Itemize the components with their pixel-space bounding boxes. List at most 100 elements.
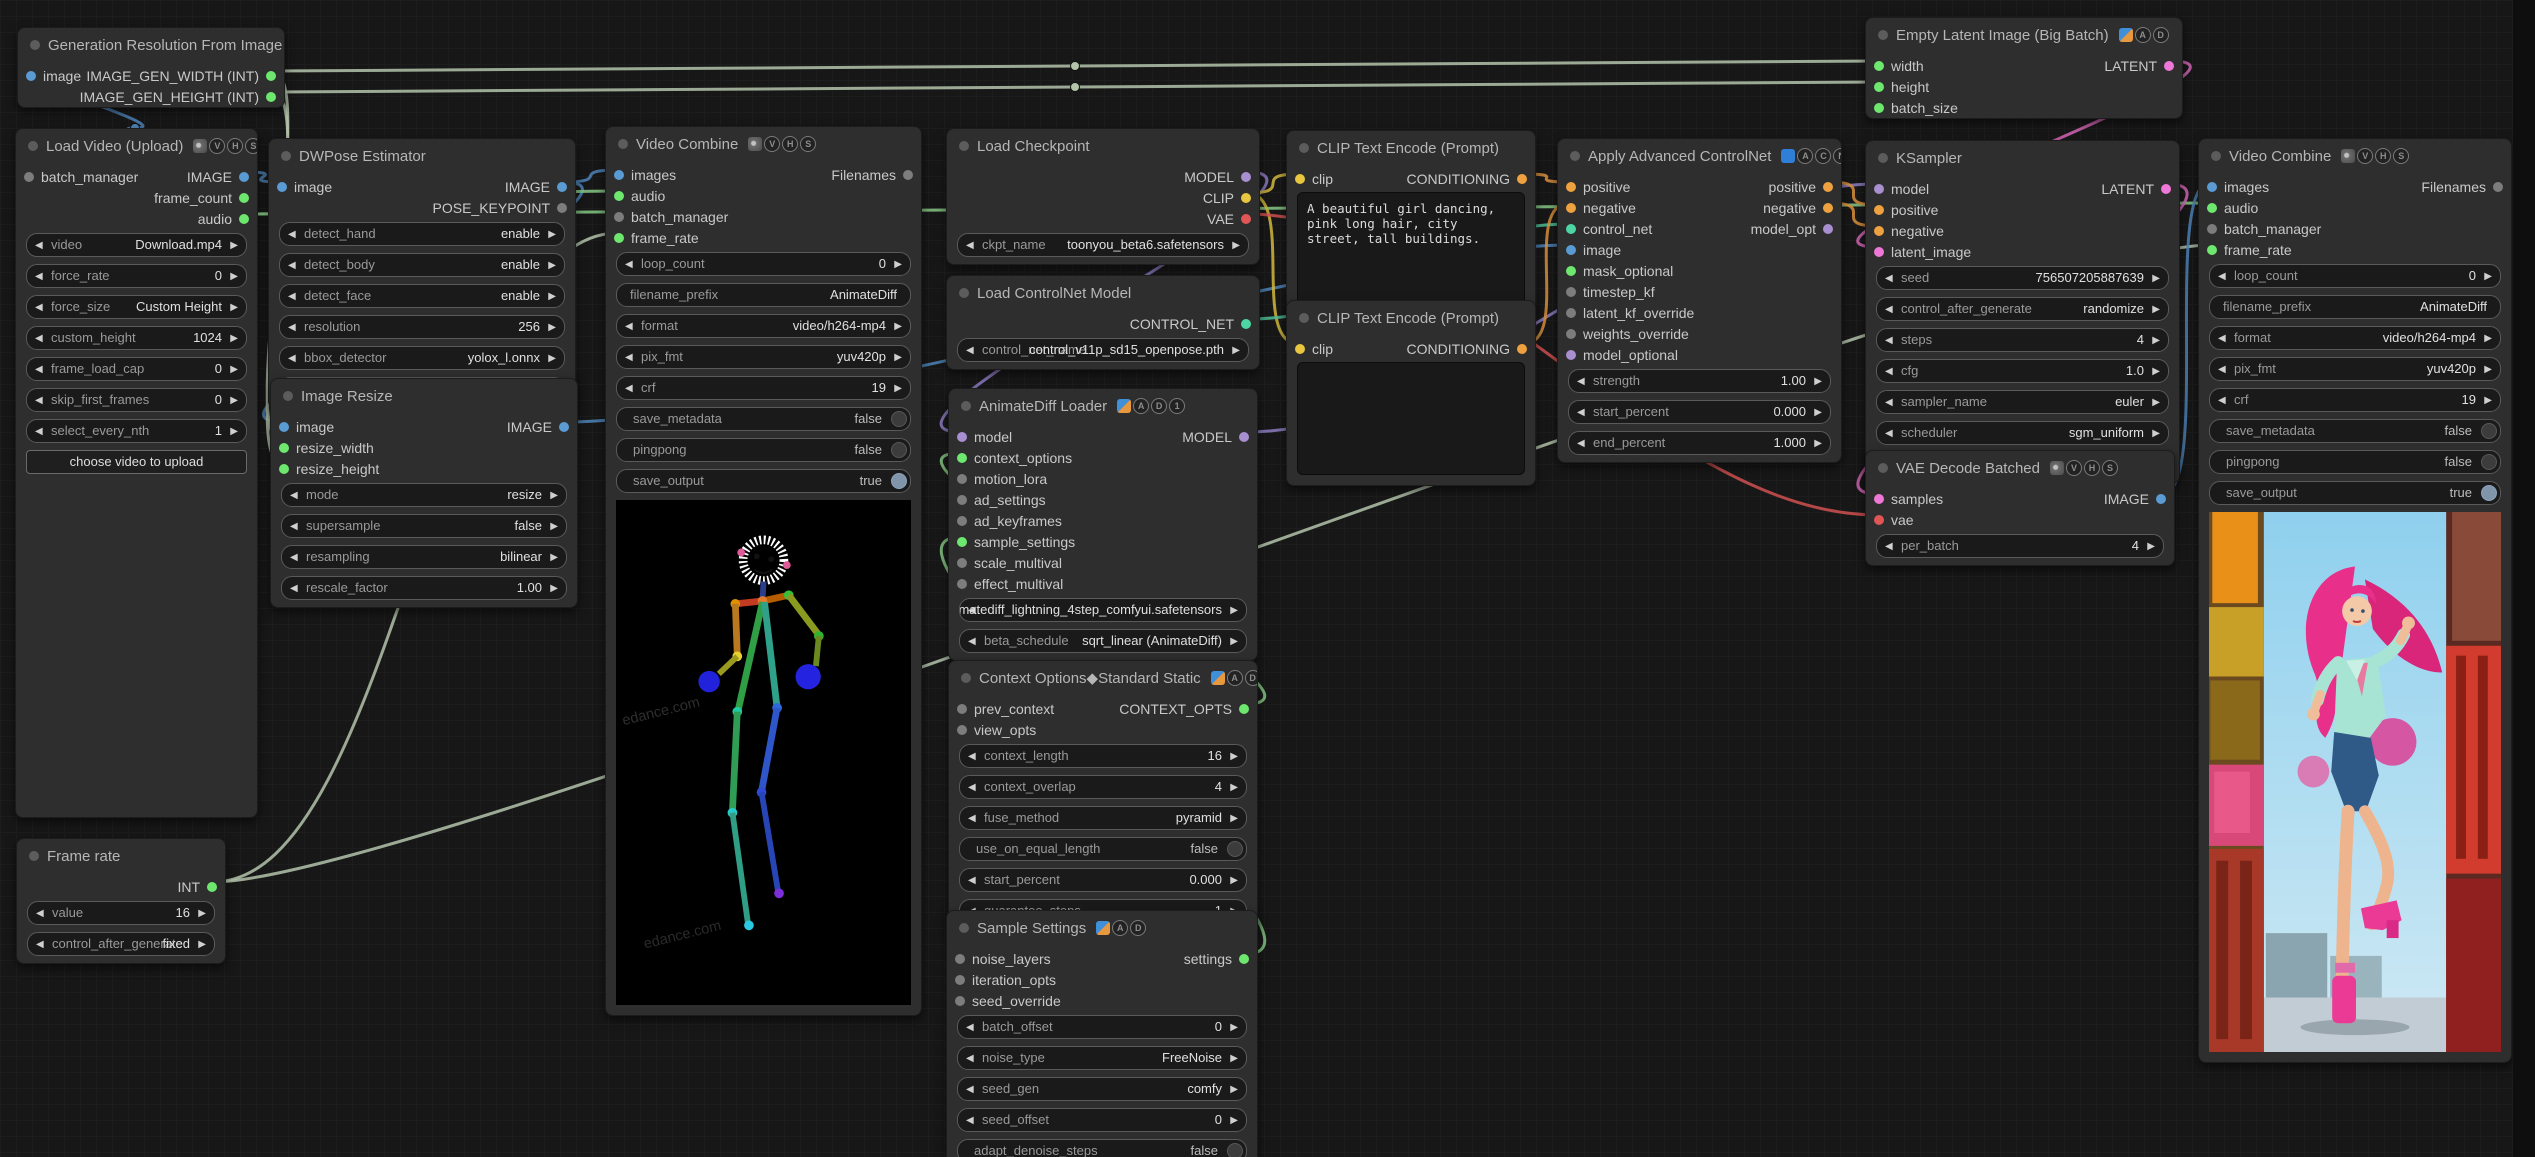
collapse-dot[interactable] xyxy=(618,139,628,149)
frame_rate-input-port[interactable] xyxy=(614,232,624,243)
stepper-left-arrow[interactable]: ◀ xyxy=(2218,265,2226,287)
widget-pix_fmt[interactable]: ◀ ▶ pix_fmt yuv420p xyxy=(616,345,911,369)
CLIP-output-port[interactable] xyxy=(1241,192,1251,203)
MODEL-output-port[interactable] xyxy=(1239,431,1249,442)
CONTROL_NET-output-port[interactable] xyxy=(1241,318,1251,329)
stepper-right-arrow[interactable]: ▶ xyxy=(894,346,902,368)
widget-strength[interactable]: ◀ ▶ strength 1.00 xyxy=(1568,369,1831,393)
widget-value[interactable]: 16 xyxy=(1208,745,1222,766)
stepper-left-arrow[interactable]: ◀ xyxy=(625,253,633,275)
stepper-left-arrow[interactable]: ◀ xyxy=(966,1109,974,1131)
prompt-textarea[interactable] xyxy=(1297,362,1525,475)
model-input-port[interactable] xyxy=(1874,183,1884,194)
POSE_KEYPOINT-output-port[interactable] xyxy=(557,202,567,213)
positive-output-port[interactable] xyxy=(1823,181,1833,192)
stepper-right-arrow[interactable]: ▶ xyxy=(1814,370,1822,392)
image-input-port[interactable] xyxy=(26,70,36,81)
stepper-right-arrow[interactable]: ▶ xyxy=(198,902,206,924)
stepper-right-arrow[interactable]: ▶ xyxy=(548,316,556,338)
stepper-left-arrow[interactable]: ◀ xyxy=(1885,298,1893,320)
stepper-right-arrow[interactable]: ▶ xyxy=(1232,339,1240,361)
collapse-dot[interactable] xyxy=(1570,151,1580,161)
stepper-left-arrow[interactable]: ◀ xyxy=(966,1047,974,1069)
node-ksampler[interactable]: KSampler model LATENT positive negative laten… xyxy=(1865,140,2180,484)
collapse-dot[interactable] xyxy=(959,288,969,298)
node-empty-latent-image-big-batch[interactable]: Empty Latent Image (Big Batch) A Dwidth LAT… xyxy=(1865,17,2183,119)
LATENT-output-port[interactable] xyxy=(2161,183,2171,194)
node-generation-resolution-from-image[interactable]: Generation Resolution From Image image IMA… xyxy=(17,27,285,108)
stepper-left-arrow[interactable]: ◀ xyxy=(35,389,43,411)
stepper-left-arrow[interactable]: ◀ xyxy=(966,1078,974,1100)
widget-force_size[interactable]: ◀ ▶ force_size Custom Height xyxy=(26,295,247,319)
widget-filename_prefix[interactable]: filename_prefix AnimateDiff xyxy=(616,283,911,307)
stepper-right-arrow[interactable]: ▶ xyxy=(1230,1078,1238,1100)
stepper-right-arrow[interactable]: ▶ xyxy=(550,577,558,599)
widget-value[interactable]: enable xyxy=(501,254,540,275)
reroute-dot[interactable] xyxy=(1070,82,1080,92)
stepper-left-arrow[interactable]: ◀ xyxy=(2218,389,2226,411)
Filenames-output-port[interactable] xyxy=(903,169,913,180)
IMAGE-output-port[interactable] xyxy=(239,171,249,182)
stepper-right-arrow[interactable]: ▶ xyxy=(1814,432,1822,454)
stepper-right-arrow[interactable]: ▶ xyxy=(2484,358,2492,380)
widget-value[interactable]: 1.00 xyxy=(517,577,542,598)
stepper-right-arrow[interactable]: ▶ xyxy=(894,253,902,275)
widget-steps[interactable]: ◀ ▶ steps 4 xyxy=(1876,328,2169,352)
stepper-right-arrow[interactable]: ▶ xyxy=(1230,776,1238,798)
widget-crf[interactable]: ◀ ▶ crf 19 xyxy=(2209,388,2501,412)
node-context-options-standard-static[interactable]: Context Options◆Standard Static A Dprev_co… xyxy=(948,660,1258,931)
stepper-right-arrow[interactable]: ▶ xyxy=(2152,267,2160,289)
CONDITIONING-output-port[interactable] xyxy=(1517,173,1527,184)
stepper-left-arrow[interactable]: ◀ xyxy=(1577,401,1585,423)
widget-value[interactable]: 4 xyxy=(1215,776,1222,797)
stepper-left-arrow[interactable]: ◀ xyxy=(288,285,296,307)
settings-output-port[interactable] xyxy=(1239,953,1249,964)
samples-input-port[interactable] xyxy=(1874,493,1884,504)
node-video-combine-final[interactable]: Video Combine V H Simages Filenames audio batc… xyxy=(2198,138,2512,1063)
widget-value[interactable]: yuv420p xyxy=(837,346,886,367)
widget-resampling[interactable]: ◀ ▶ resampling bilinear xyxy=(281,545,567,569)
collapse-dot[interactable] xyxy=(29,851,39,861)
widget-value[interactable]: 0 xyxy=(215,358,222,379)
stepper-left-arrow[interactable]: ◀ xyxy=(1577,370,1585,392)
stepper-right-arrow[interactable]: ▶ xyxy=(1230,630,1238,652)
widget-use_on_equal_length[interactable]: use_on_equal_length false xyxy=(959,837,1247,861)
toggle-circle[interactable] xyxy=(1227,1142,1243,1157)
stepper-right-arrow[interactable]: ▶ xyxy=(2152,391,2160,413)
latent_kf_override-input-port[interactable] xyxy=(1566,307,1576,318)
negative-input-port[interactable] xyxy=(1566,202,1576,213)
context_options-input-port[interactable] xyxy=(957,452,967,463)
IMAGE_GEN_WIDTH (INT)-output-port[interactable] xyxy=(266,70,276,81)
widget-model-name[interactable]: ◀ ▶ animatediff_lightning_4step_comfyui.sa… xyxy=(959,598,1247,622)
widget-value[interactable]: 1.00 xyxy=(1781,370,1806,391)
widget-pingpong[interactable]: pingpong false xyxy=(2209,450,2501,474)
stepper-right-arrow[interactable]: ▶ xyxy=(230,389,238,411)
widget-rescale_factor[interactable]: ◀ ▶ rescale_factor 1.00 xyxy=(281,576,567,600)
control_net-input-port[interactable] xyxy=(1566,223,1576,234)
stepper-left-arrow[interactable]: ◀ xyxy=(968,776,976,798)
stepper-left-arrow[interactable]: ◀ xyxy=(1885,360,1893,382)
stepper-left-arrow[interactable]: ◀ xyxy=(290,515,298,537)
widget-value[interactable]: 756507205887639 xyxy=(2036,267,2144,288)
widget-value[interactable]: randomize xyxy=(2083,298,2144,319)
image-input-port[interactable] xyxy=(279,421,289,432)
widget-value[interactable]: comfy xyxy=(1187,1078,1222,1099)
collapse-dot[interactable] xyxy=(959,141,969,151)
stepper-right-arrow[interactable]: ▶ xyxy=(2152,298,2160,320)
node-dwpose-estimator[interactable]: DWPose Estimator image IMAGE POSE_KEYPOINT ◀… xyxy=(268,138,576,409)
effect_multival-input-port[interactable] xyxy=(957,578,967,589)
widget-value[interactable]: control_v11p_sd15_openpose.pth xyxy=(1029,339,1224,360)
widget-save_output[interactable]: save_output true xyxy=(2209,481,2501,505)
model_opt-output-port[interactable] xyxy=(1823,223,1833,234)
seed_override-input-port[interactable] xyxy=(955,995,965,1006)
Filenames-output-port[interactable] xyxy=(2493,181,2503,192)
widget-detect_hand[interactable]: ◀ ▶ detect_hand enable xyxy=(279,222,565,246)
stepper-right-arrow[interactable]: ▶ xyxy=(230,358,238,380)
ad_settings-input-port[interactable] xyxy=(957,494,967,505)
widget-value[interactable]: 1024 xyxy=(193,327,222,348)
stepper-right-arrow[interactable]: ▶ xyxy=(550,515,558,537)
widget-value[interactable]: bilinear xyxy=(500,546,542,567)
widget-value[interactable]: Custom Height xyxy=(136,296,222,317)
widget-bbox_detector[interactable]: ◀ ▶ bbox_detector yolox_l.onnx xyxy=(279,346,565,370)
stepper-right-arrow[interactable]: ▶ xyxy=(198,933,206,955)
